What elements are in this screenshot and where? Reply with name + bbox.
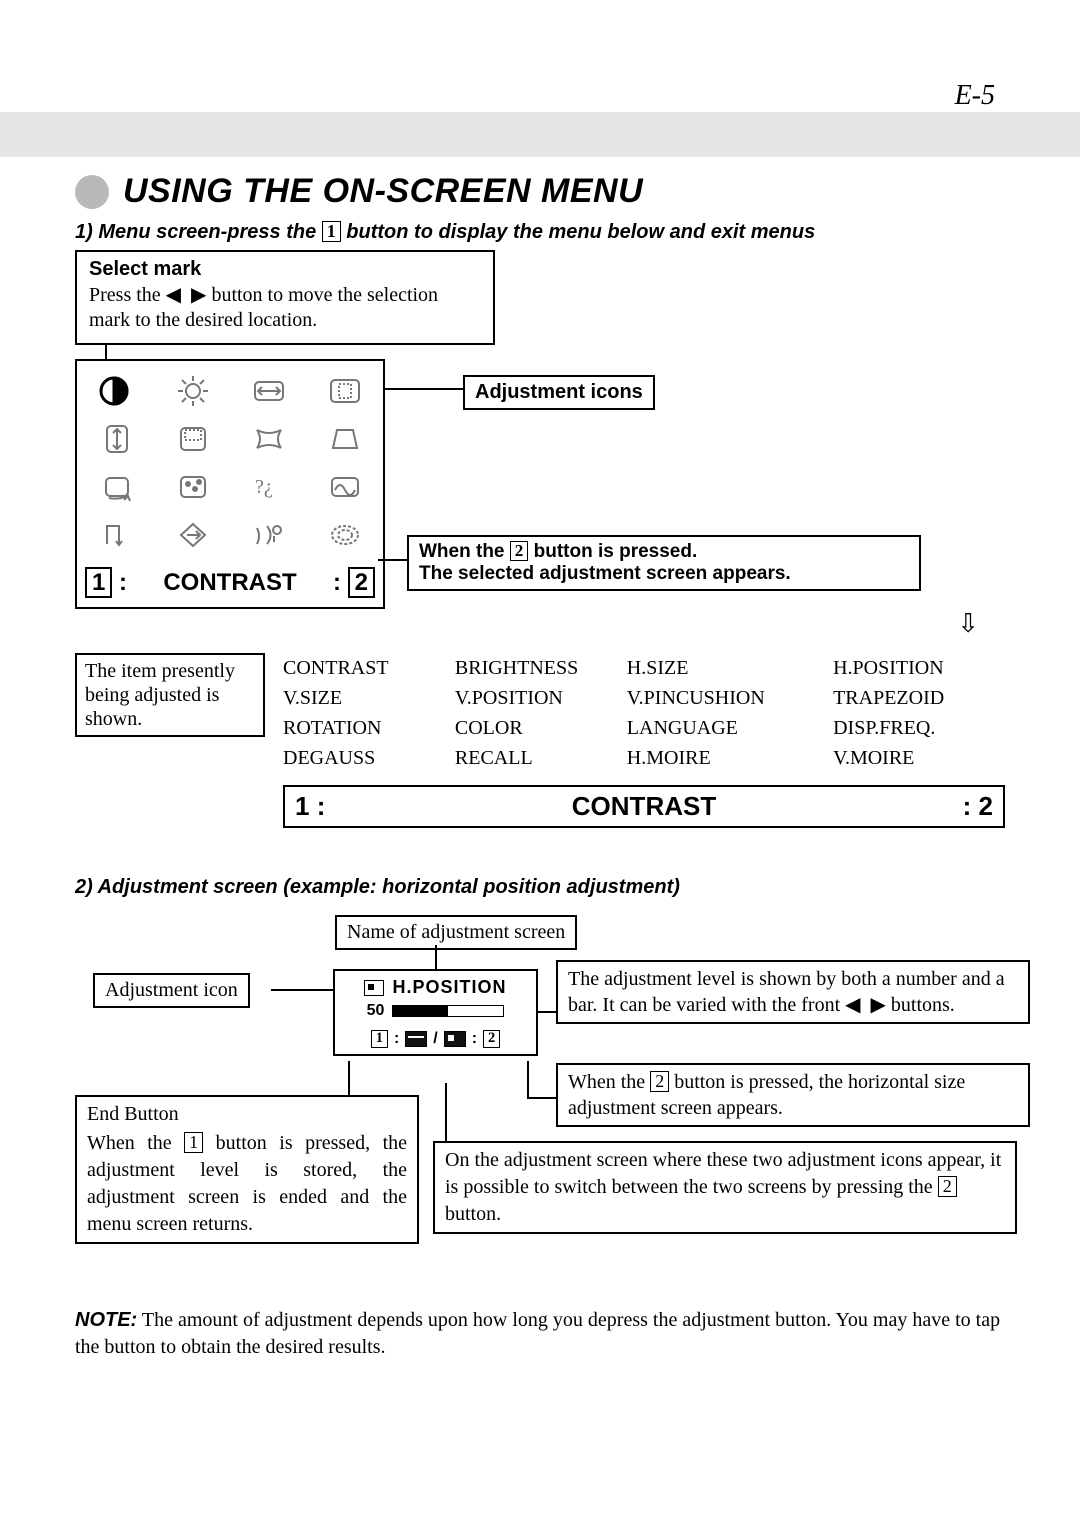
select-mark-title: Select mark (89, 258, 481, 281)
hposition-osd-icon (364, 980, 384, 996)
down-arrow-icon: ⇩ (75, 611, 1005, 637)
list-item: V.POSITION (455, 683, 627, 713)
select-mark-body: Press the ◀ ▶ button to move the selecti… (89, 283, 481, 333)
page-title: USING THE ON-SCREEN MENU (123, 172, 643, 211)
button2-hsize-callout: When the 2 button is pressed, the horizo… (556, 1063, 1030, 1127)
list-item: BRIGHTNESS (455, 653, 627, 683)
button-2-icon: 2 (510, 541, 529, 561)
adjustment-name-callout: Name of adjustment screen (335, 915, 577, 950)
button-2-icon: 2 (979, 791, 993, 821)
button-2-icon: 2 (938, 1176, 957, 1197)
list-item: V.MOIRE (833, 743, 1005, 773)
list-item: DISP.FREQ. (833, 713, 1005, 743)
menu-footer-bar: 1 : CONTRAST : 2 (283, 785, 1005, 828)
end-button-callout: End Button When the 1 button is pressed,… (75, 1095, 419, 1244)
svg-text:?¿: ?¿ (255, 476, 273, 498)
list-item: RECALL (455, 743, 627, 773)
adjustment-icon-callout: Adjustment icon (93, 973, 250, 1008)
button-2-icon: 2 (650, 1071, 669, 1092)
list-item: H.MOIRE (627, 743, 833, 773)
rotation-icon[interactable] (89, 465, 145, 509)
color-icon[interactable] (165, 465, 221, 509)
button-1-icon: 1 (322, 221, 341, 242)
level-description-callout: The adjustment level is shown by both a … (556, 960, 1030, 1024)
dispfreq-icon[interactable] (317, 465, 373, 509)
footer-center-label: CONTRAST (572, 791, 716, 822)
trapezoid-icon[interactable] (317, 417, 373, 461)
button2-press-callout: When the 2 button is pressed. The select… (407, 535, 921, 591)
recall-icon[interactable] (165, 513, 221, 557)
list-item: V.SIZE (283, 683, 455, 713)
osd-level-bar[interactable] (392, 1005, 504, 1017)
button-1-icon: 1 (184, 1132, 203, 1153)
icons-switch-callout: On the adjustment screen where these two… (433, 1141, 1017, 1234)
step2-heading: 2) Adjustment screen (example: horizonta… (75, 876, 1005, 899)
hposition-osd-icon (444, 1031, 466, 1047)
hsize-icon[interactable] (241, 369, 297, 413)
page-number: E-5 (955, 80, 995, 112)
osd-adjustment-panel: H.POSITION 50 1: / :2 (333, 969, 538, 1056)
list-item: LANGUAGE (627, 713, 833, 743)
vmoire-icon[interactable] (317, 513, 373, 557)
button-1-icon: 1 (295, 791, 309, 821)
header-band (0, 112, 1080, 157)
language-icon[interactable]: ?¿ (241, 465, 297, 509)
list-item: H.POSITION (833, 653, 1005, 683)
button-2-icon: 2 (483, 1030, 500, 1047)
osd-value: 50 (367, 1002, 385, 1020)
vposition-icon[interactable] (165, 417, 221, 461)
step1-heading: 1) Menu screen-press the 1 button to dis… (75, 221, 1005, 244)
current-item-callout: The item presently being adjusted is sho… (75, 653, 265, 737)
list-item: DEGAUSS (283, 743, 455, 773)
list-item: H.SIZE (627, 653, 833, 683)
vsize-icon[interactable] (89, 417, 145, 461)
hmoire-icon[interactable] (241, 513, 297, 557)
list-item: COLOR (455, 713, 627, 743)
vpincushion-icon[interactable] (241, 417, 297, 461)
button-1-icon: 1 (85, 567, 112, 598)
select-mark-callout: Select mark Press the ◀ ▶ button to move… (75, 250, 495, 345)
osd-menu-panel: ?¿ 1 : CONTRAST : 2 (75, 359, 385, 609)
adjustment-items-table: CONTRAST V.SIZE ROTATION DEGAUSS BRIGHTN… (283, 653, 1005, 773)
list-item: CONTRAST (283, 653, 455, 683)
hposition-icon[interactable] (317, 369, 373, 413)
degauss-icon[interactable] (89, 513, 145, 557)
hsize-osd-icon (405, 1031, 427, 1047)
menu-current-label: CONTRAST (163, 569, 296, 597)
list-item: V.PINCUSHION (627, 683, 833, 713)
brightness-icon[interactable] (165, 369, 221, 413)
list-item: ROTATION (283, 713, 455, 743)
section-bullet-icon (75, 175, 109, 209)
osd-title: H.POSITION (392, 977, 506, 998)
note-text: NOTE: The amount of adjustment depends u… (75, 1307, 1005, 1361)
button-1-icon: 1 (371, 1030, 388, 1047)
adjustment-icons-callout: Adjustment icons (463, 375, 655, 410)
list-item: TRAPEZOID (833, 683, 1005, 713)
contrast-icon[interactable] (89, 369, 145, 413)
button-2-icon: 2 (348, 567, 375, 598)
